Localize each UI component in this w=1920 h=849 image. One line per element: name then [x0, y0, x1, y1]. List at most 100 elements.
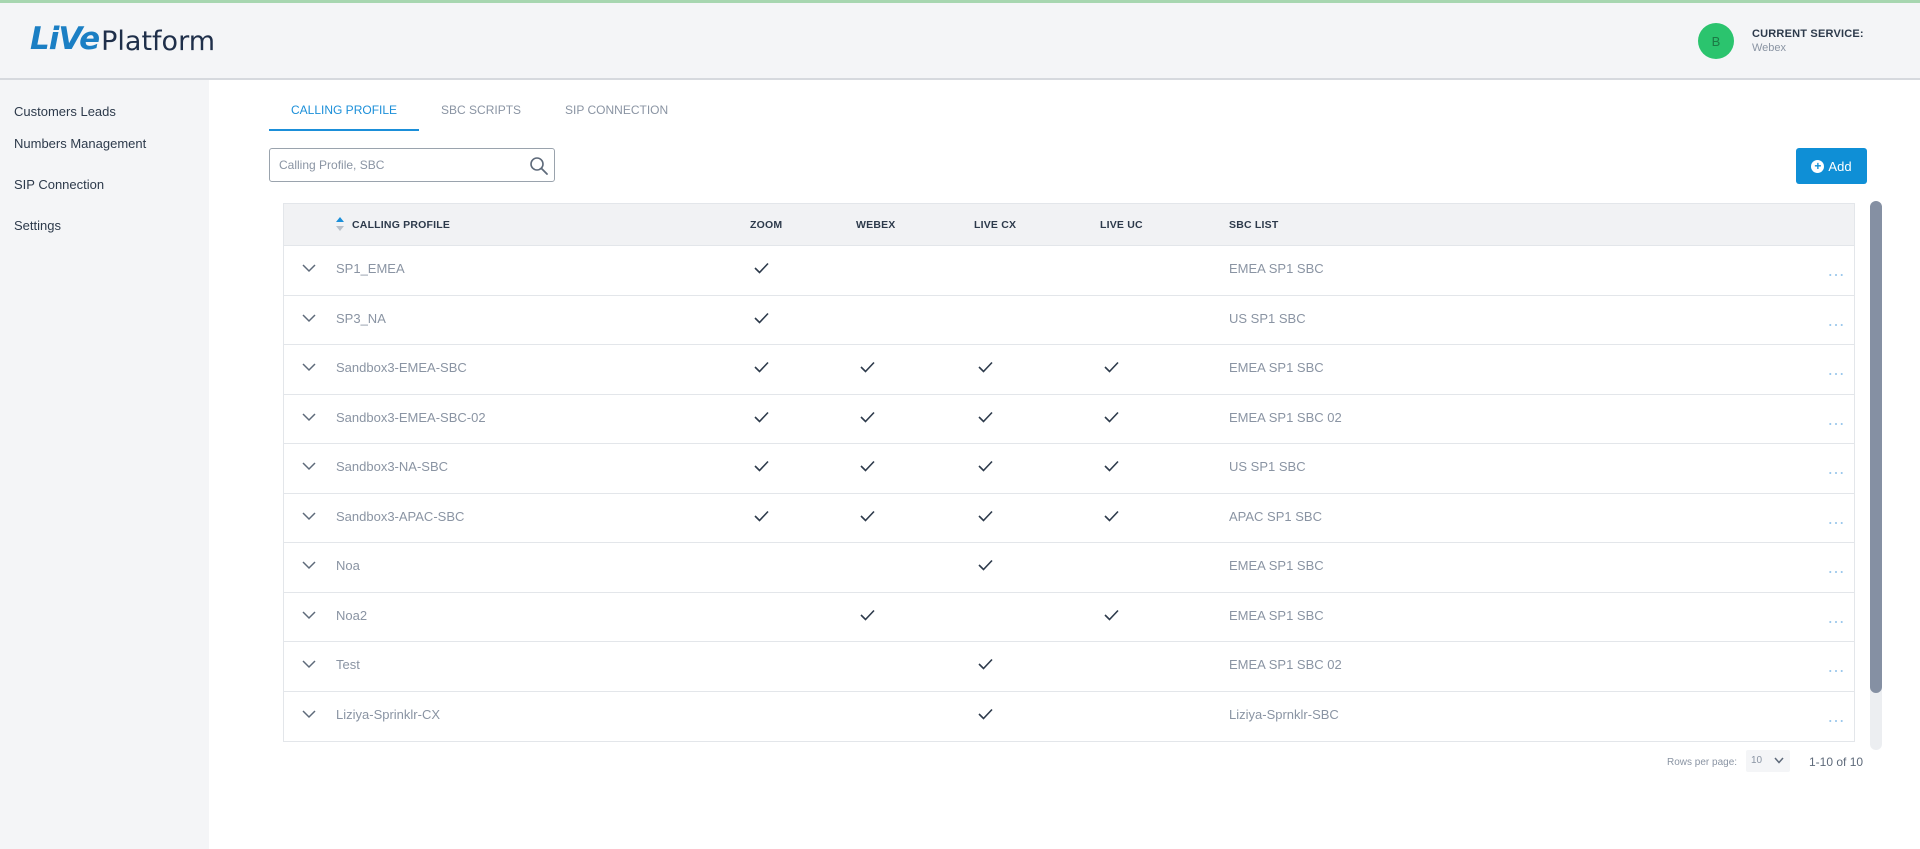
more-options-icon[interactable]: … — [1827, 410, 1846, 428]
app-header: LiVe Platform B CURRENT SERVICE: Webex — [0, 3, 1920, 80]
sidebar-item-customers-leads[interactable]: Customers Leads — [0, 80, 209, 119]
table-row[interactable]: SP1_EMEA EMEA SP1 SBC … — [284, 246, 1854, 296]
column-header-calling-profile[interactable]: CALLING PROFILE — [352, 219, 450, 231]
logo-live-text: LiVe — [30, 21, 100, 57]
chevron-down-icon[interactable] — [302, 263, 316, 273]
tab-bar: CALLING PROFILE SBC SCRIPTS SIP CONNECTI… — [269, 100, 690, 131]
column-header-webex[interactable]: WEBEX — [856, 219, 896, 231]
sidebar-item-sip-connection[interactable]: SIP Connection — [0, 153, 209, 194]
sbc-list-value: EMEA SP1 SBC — [1229, 360, 1324, 375]
sbc-list-value: US SP1 SBC — [1229, 310, 1306, 326]
table-body: SP1_EMEA EMEA SP1 SBC… SP3_NA US SP1 SBC… Sa… — [284, 246, 1854, 741]
column-header-live-uc[interactable]: LIVE UC — [1100, 219, 1143, 231]
current-service-value: Webex — [1752, 42, 1787, 54]
table-row[interactable]: Sandbox3-APAC-SBC APAC SP1 SBC… — [284, 494, 1854, 543]
checkmark-icon — [978, 411, 993, 423]
sbc-list-value: US SP1 SBC — [1229, 459, 1306, 474]
table-row[interactable]: Sandbox3-NA-SBC US SP1 SBC … — [284, 444, 1854, 494]
sidebar-item-numbers-management[interactable]: Numbers Management — [0, 112, 209, 153]
chevron-down-icon — [1774, 757, 1784, 764]
checkmark-icon — [978, 460, 993, 472]
logo-platform-text: Platform — [101, 26, 216, 57]
calling-profile-name: Noa2 — [336, 607, 368, 623]
checkmark-icon — [754, 510, 769, 522]
table-scrollbar[interactable] — [1870, 201, 1882, 750]
checkmark-icon — [1104, 460, 1119, 472]
checkmark-icon — [754, 460, 769, 472]
rows-per-page-select[interactable]: 10 — [1746, 750, 1790, 772]
search-icon[interactable] — [529, 156, 549, 176]
more-options-icon[interactable]: … — [1827, 509, 1846, 527]
calling-profile-name: SP1_EMEA — [336, 261, 405, 276]
chevron-down-icon[interactable] — [302, 461, 316, 471]
checkmark-icon — [754, 361, 769, 373]
table-row[interactable]: SP3_NA US SP1 SBC … — [284, 296, 1854, 345]
checkmark-icon — [978, 658, 993, 670]
table-row[interactable]: Noa2 EMEA SP1 SBC… — [284, 593, 1854, 642]
avatar[interactable]: B — [1698, 23, 1734, 59]
chevron-down-icon[interactable] — [302, 610, 316, 620]
chevron-down-icon[interactable] — [302, 709, 316, 719]
column-header-sbc-list[interactable]: SBC LIST — [1229, 219, 1278, 231]
checkmark-icon — [860, 361, 875, 373]
tab-sip-connection[interactable]: SIP CONNECTION — [543, 100, 690, 129]
more-options-icon[interactable]: … — [1827, 459, 1846, 477]
more-options-icon[interactable]: … — [1827, 608, 1846, 626]
tab-calling-profile[interactable]: CALLING PROFILE — [269, 100, 420, 131]
more-options-icon[interactable]: … — [1827, 707, 1846, 725]
column-header-live-cx[interactable]: LIVE CX — [974, 219, 1016, 231]
checkmark-icon — [978, 361, 993, 373]
checkmark-icon — [754, 262, 769, 274]
more-options-icon[interactable]: … — [1827, 558, 1846, 576]
column-header-zoom[interactable]: ZOOM — [750, 219, 782, 231]
checkmark-icon — [978, 559, 993, 571]
current-service-label: CURRENT SERVICE: — [1752, 28, 1864, 40]
checkmark-icon — [860, 510, 875, 522]
rows-per-page-label: Rows per page: — [1667, 757, 1738, 768]
search-input[interactable] — [277, 149, 521, 181]
table-row[interactable]: Noa EMEA SP1 SBC … — [284, 543, 1854, 593]
more-options-icon[interactable]: … — [1827, 311, 1846, 329]
checkmark-icon — [860, 609, 875, 621]
rows-per-page-value: 10 — [1751, 755, 1763, 766]
sbc-list-value: Liziya-Sprnklr-SBC — [1229, 706, 1339, 722]
checkmark-icon — [1104, 609, 1119, 621]
main-content: CALLING PROFILE SBC SCRIPTS SIP CONNECTI… — [209, 80, 1920, 849]
scrollbar-thumb[interactable] — [1870, 201, 1882, 693]
pagination-range: 1-10 of 10 — [1809, 755, 1864, 769]
table-row[interactable]: Sandbox3-EMEA-SBC EMEA SP1 SBC … — [284, 345, 1854, 395]
sbc-list-value: EMEA SP1 SBC — [1229, 261, 1324, 276]
checkmark-icon — [1104, 510, 1119, 522]
table-row[interactable]: Liziya-Sprinklr-CX Liziya-Sprnklr-SBC… — [284, 692, 1854, 742]
table-row[interactable]: Test EMEA SP1 SBC 02… — [284, 642, 1854, 692]
chevron-down-icon[interactable] — [302, 511, 316, 521]
calling-profile-name: Sandbox3-EMEA-SBC-02 — [336, 409, 486, 425]
sbc-list-value: EMEA SP1 SBC — [1229, 558, 1324, 573]
calling-profile-name: SP3_NA — [336, 310, 386, 326]
chevron-down-icon[interactable] — [302, 362, 316, 372]
table-row[interactable]: Sandbox3-EMEA-SBC-02 EMEA SP1 SBC 02 … — [284, 395, 1854, 444]
more-options-icon[interactable]: … — [1827, 657, 1846, 675]
chevron-down-icon[interactable] — [302, 659, 316, 669]
sbc-list-value: EMEA SP1 SBC 02 — [1229, 409, 1342, 425]
chevron-down-icon[interactable] — [302, 560, 316, 570]
calling-profile-name: Sandbox3-EMEA-SBC — [336, 360, 467, 375]
calling-profile-name: Sandbox3-NA-SBC — [336, 459, 448, 474]
more-options-icon[interactable]: … — [1827, 360, 1846, 378]
sort-icon[interactable] — [336, 217, 344, 231]
sidebar-item-settings[interactable]: Settings — [0, 194, 209, 235]
calling-profile-name: Noa — [336, 558, 360, 573]
app-logo[interactable]: LiVe Platform — [30, 17, 215, 57]
add-button[interactable]: + Add — [1796, 148, 1867, 184]
more-options-icon[interactable]: … — [1827, 261, 1846, 279]
sidebar: Customers Leads Numbers Management SIP C… — [0, 80, 209, 849]
chevron-down-icon[interactable] — [302, 412, 316, 422]
checkmark-icon — [754, 312, 769, 324]
checkmark-icon — [754, 411, 769, 423]
chevron-down-icon[interactable] — [302, 313, 316, 323]
checkmark-icon — [978, 708, 993, 720]
tab-sbc-scripts[interactable]: SBC SCRIPTS — [419, 100, 543, 129]
checkmark-icon — [860, 460, 875, 472]
sbc-list-value: APAC SP1 SBC — [1229, 508, 1322, 524]
checkmark-icon — [860, 411, 875, 423]
